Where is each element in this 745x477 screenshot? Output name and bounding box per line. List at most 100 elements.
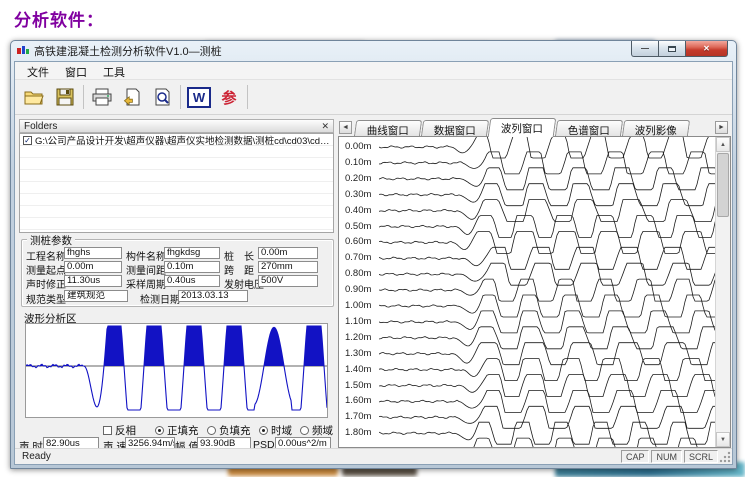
print-button[interactable] <box>87 84 117 111</box>
param-label-0: 工程名称 <box>26 248 66 263</box>
param-value-0[interactable]: fhghs <box>64 247 122 259</box>
toolbar: W 参 <box>15 80 732 115</box>
param-value-6[interactable]: 11.30us <box>64 275 122 287</box>
param-label-10: 检测日期 <box>140 291 180 306</box>
tab-3[interactable]: 色谱窗口 <box>555 120 623 137</box>
open-button[interactable] <box>20 84 50 111</box>
tab-scroll-right-icon[interactable]: ► <box>715 121 728 134</box>
wave-train-trace <box>379 216 723 238</box>
time-domain-label: 时域 <box>271 423 292 438</box>
analysis-waveform <box>26 326 327 410</box>
tab-4[interactable]: 波列影像 <box>622 120 690 137</box>
menu-bar: 文件窗口工具 <box>15 62 732 80</box>
word-icon: W <box>187 87 211 108</box>
right-panel: ◄ 曲线窗口数据窗口波列窗口色谱窗口波列影像 ► 0.00m0.10m0.20m… <box>337 115 731 448</box>
wave-train-trace <box>379 390 723 412</box>
folders-title: Folders <box>24 121 57 132</box>
param-value-4[interactable]: 0.10m <box>164 261 220 273</box>
wave-train-trace <box>379 263 723 285</box>
depth-label-9: 0.90m <box>345 284 379 295</box>
depth-label-11: 1.10m <box>345 316 379 327</box>
vertical-scrollbar[interactable]: ▲ ▼ <box>715 137 730 447</box>
param-label-2: 桩 长 <box>224 248 254 263</box>
depth-label-15: 1.50m <box>345 380 379 391</box>
client-area: 文件窗口工具 <box>14 61 733 465</box>
parameter-icon: 参 <box>216 87 242 108</box>
param-value-9[interactable]: 建筑规范 <box>64 290 128 302</box>
wave-train-trace <box>379 422 723 444</box>
save-button[interactable] <box>50 84 80 111</box>
tab-2[interactable]: 波列窗口 <box>488 118 557 137</box>
time-domain-radio[interactable]: 时域 <box>259 423 292 438</box>
param-label-5: 跨 距 <box>224 262 254 277</box>
depth-label-4: 0.40m <box>345 205 379 216</box>
analysis-waveform <box>26 326 327 366</box>
maximize-icon <box>668 46 676 52</box>
depth-label-0: 0.00m <box>345 141 379 152</box>
radio-icon[interactable] <box>207 426 216 435</box>
wave-train-trace <box>379 231 723 253</box>
menu-item-0[interactable]: 文件 <box>19 62 57 82</box>
app-icon <box>17 45 30 57</box>
app-window: 高铁建混凝土检测分析软件V1.0—测桩 — ✕ 文件窗口工具 <box>10 40 737 469</box>
wave-train-trace <box>379 359 723 381</box>
checkbox-icon[interactable] <box>103 426 112 435</box>
scroll-up-icon[interactable]: ▲ <box>716 137 730 152</box>
close-button[interactable]: ✕ <box>686 41 728 57</box>
param-value-5[interactable]: 270mm <box>258 261 318 273</box>
param-value-3[interactable]: 0.00m <box>64 261 122 273</box>
tab-1[interactable]: 数据窗口 <box>421 120 489 137</box>
word-report-button[interactable]: W <box>184 84 214 111</box>
depth-label-8: 0.80m <box>345 268 379 279</box>
radio-icon[interactable] <box>300 426 309 435</box>
minimize-button[interactable]: — <box>631 41 659 57</box>
folders-close-icon[interactable]: ✕ <box>321 121 329 132</box>
wave-train-area[interactable]: 0.00m0.10m0.20m0.30m0.40m0.50m0.60m0.70m… <box>338 136 731 448</box>
radio-selected-icon[interactable] <box>259 426 268 435</box>
wave-train-trace <box>379 295 723 317</box>
positive-fill-radio[interactable]: 正填充 <box>155 423 199 438</box>
pile-params-title: 测桩参数 <box>27 233 75 248</box>
left-panel: Folders ✕ ✓ G:\公司产品设计开发\超声仪器\超声仪实地检测数据\测… <box>17 115 337 448</box>
folders-header[interactable]: Folders ✕ <box>19 119 334 133</box>
waveform-controls: 反相 正填充 负填充 时域 <box>17 423 337 436</box>
depth-label-13: 1.30m <box>345 348 379 359</box>
export-button[interactable] <box>117 84 147 111</box>
wave-train-trace <box>379 168 723 190</box>
tab-0[interactable]: 曲线窗口 <box>354 120 422 137</box>
lock-indicator-0: CAP <box>621 450 650 463</box>
menu-item-1[interactable]: 窗口 <box>57 62 95 82</box>
preview-button[interactable] <box>147 84 177 111</box>
param-label-6: 声时修正 <box>26 276 66 291</box>
folder-item[interactable]: ✓ G:\公司产品设计开发\超声仪器\超声仪实地检测数据\测桩cd\cd03\c… <box>20 134 333 146</box>
radio-selected-icon[interactable] <box>155 426 164 435</box>
param-value-10[interactable]: 2013.03.13 <box>178 290 248 302</box>
param-value-2[interactable]: 0.00m <box>258 247 318 259</box>
depth-label-18: 1.80m <box>345 427 379 438</box>
negative-fill-radio[interactable]: 负填充 <box>207 423 251 438</box>
parameter-button[interactable]: 参 <box>214 84 244 111</box>
depth-label-16: 1.60m <box>345 395 379 406</box>
wave-train-trace <box>379 137 723 158</box>
param-value-7[interactable]: 0.40us <box>164 275 220 287</box>
param-label-1: 构件名称 <box>126 248 166 263</box>
tab-bar: ◄ 曲线窗口数据窗口波列窗口色谱窗口波列影像 ► <box>337 117 731 137</box>
page: 分析软件： 高铁建混凝土检测分析软件V1.0—测桩 — ✕ 文件窗口工具 <box>0 0 745 477</box>
toolbar-separator <box>247 85 248 109</box>
menu-item-2[interactable]: 工具 <box>95 62 133 82</box>
maximize-button[interactable] <box>659 41 686 57</box>
scrollbar-thumb[interactable] <box>717 153 729 217</box>
invert-checkbox[interactable]: 反相 <box>103 423 136 438</box>
freq-domain-radio[interactable]: 频域 <box>300 423 333 438</box>
param-label-4: 测量间距 <box>126 262 166 277</box>
scroll-down-icon[interactable]: ▼ <box>716 432 730 447</box>
param-value-1[interactable]: fhgkdsg <box>164 247 220 259</box>
titlebar[interactable]: 高铁建混凝土检测分析软件V1.0—测桩 — ✕ <box>11 41 736 61</box>
checkbox-checked-icon[interactable]: ✓ <box>23 136 32 145</box>
resize-grip[interactable] <box>719 451 731 463</box>
depth-label-2: 0.20m <box>345 173 379 184</box>
tab-scroll-left-icon[interactable]: ◄ <box>339 121 352 134</box>
folders-list[interactable]: ✓ G:\公司产品设计开发\超声仪器\超声仪实地检测数据\测桩cd\cd03\c… <box>19 133 334 233</box>
waveform-plot[interactable] <box>25 323 328 418</box>
param-value-8[interactable]: 500V <box>258 275 318 287</box>
